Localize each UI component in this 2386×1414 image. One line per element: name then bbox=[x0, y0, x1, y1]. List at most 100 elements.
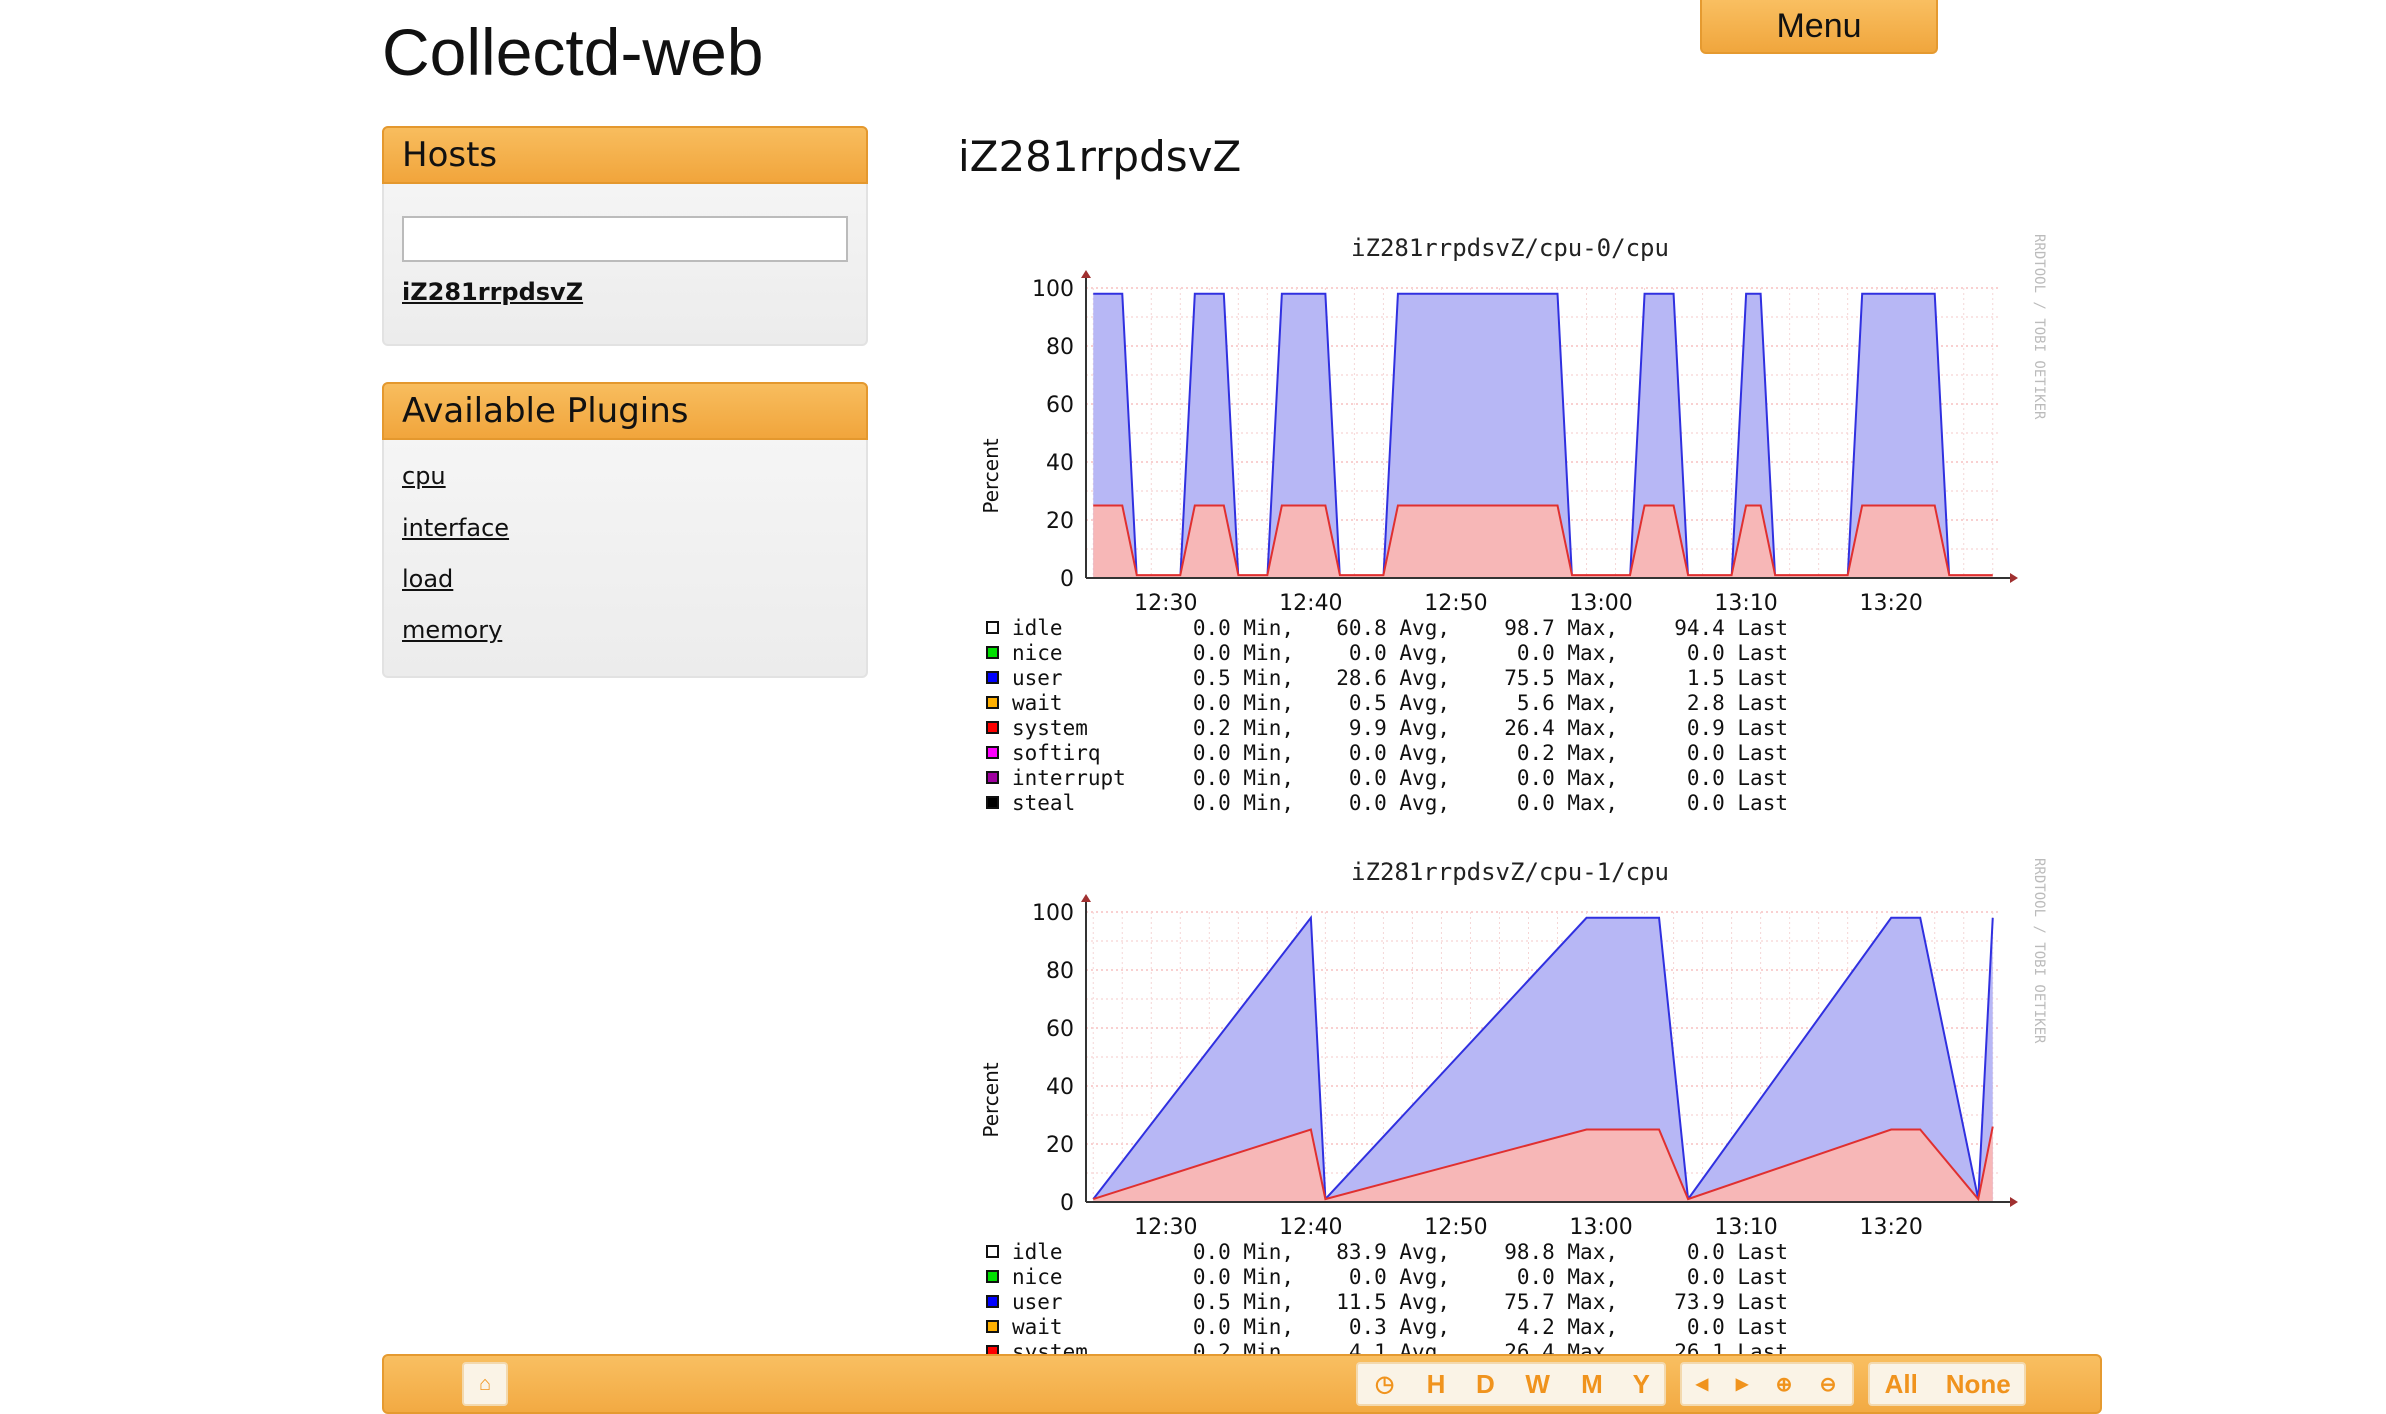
legend-avg: 11.5 Avg, bbox=[1336, 1290, 1450, 1314]
legend-max: 75.7 Max, bbox=[1504, 1290, 1618, 1314]
legend-swatch bbox=[986, 746, 999, 759]
legend-swatch bbox=[986, 621, 999, 634]
time-range-group: ◷ H D W M Y bbox=[1356, 1362, 1666, 1406]
legend-name: interrupt bbox=[1012, 766, 1126, 790]
plugin-link-memory[interactable]: memory bbox=[402, 616, 502, 644]
legend-avg: 28.6 Avg, bbox=[1336, 666, 1450, 690]
y-tick-label: 40 bbox=[1046, 451, 1074, 476]
legend-name: user bbox=[1012, 666, 1063, 690]
legend-name: idle bbox=[1012, 616, 1063, 640]
range-month-button[interactable]: M bbox=[1565, 1364, 1618, 1404]
legend-avg: 0.3 Avg, bbox=[1348, 1315, 1450, 1339]
legend-max: 0.2 Max, bbox=[1516, 741, 1618, 765]
y-axis-arrow bbox=[1081, 270, 1091, 278]
legend-name: wait bbox=[1012, 1315, 1063, 1339]
rrdtool-brand: RRDTOOL / TOBI OETIKER bbox=[2031, 858, 2047, 1044]
y-tick-label: 100 bbox=[1032, 901, 1074, 926]
legend-max: 0.0 Max, bbox=[1516, 641, 1618, 665]
zoom-in-icon[interactable]: ⊕ bbox=[1762, 1364, 1806, 1404]
home-group: ⌂ bbox=[462, 1362, 508, 1406]
plot-areas bbox=[1092, 915, 1994, 1202]
legend-last: 0.0 Last bbox=[1686, 791, 1788, 815]
legend-name: idle bbox=[1012, 1240, 1063, 1264]
legend-last: 2.8 Last bbox=[1686, 691, 1788, 715]
legend-name: nice bbox=[1012, 641, 1063, 665]
legend-swatch bbox=[986, 1245, 999, 1258]
plugin-link-cpu[interactable]: cpu bbox=[402, 462, 446, 490]
y-axis-label: Percent bbox=[979, 1062, 1003, 1137]
legend-swatch bbox=[986, 796, 999, 809]
clock-icon[interactable]: ◷ bbox=[1358, 1364, 1411, 1404]
host-filter-input[interactable] bbox=[402, 216, 848, 262]
legend-avg: 0.0 Avg, bbox=[1348, 1265, 1450, 1289]
range-hour-button[interactable]: H bbox=[1411, 1364, 1460, 1404]
cpu0-graph: iZ281rrpdsvZ/cpu-0/cpu Percent RRDTOOL /… bbox=[960, 226, 2060, 815]
legend-last: 0.0 Last bbox=[1686, 641, 1788, 665]
legend-swatch bbox=[986, 1295, 999, 1308]
legend-max: 0.0 Max, bbox=[1516, 1265, 1618, 1289]
legend-avg: 9.9 Avg, bbox=[1348, 716, 1450, 740]
y-tick-label: 60 bbox=[1046, 1017, 1074, 1042]
page-title: iZ281rrpdsvZ bbox=[958, 132, 1242, 181]
legend-max: 98.7 Max, bbox=[1504, 616, 1618, 640]
legend-last: 94.4 Last bbox=[1674, 616, 1788, 640]
zoom-out-icon[interactable]: ⊖ bbox=[1806, 1364, 1850, 1404]
hosts-panel: Hosts iZ281rrpdsvZ bbox=[382, 126, 868, 346]
select-all-button[interactable]: All bbox=[1870, 1364, 1932, 1404]
x-tick-label: 12:30 bbox=[1134, 591, 1197, 616]
graph-title: iZ281rrpdsvZ/cpu-1/cpu bbox=[1351, 858, 1669, 886]
range-day-button[interactable]: D bbox=[1461, 1364, 1510, 1404]
graph-title: iZ281rrpdsvZ/cpu-0/cpu bbox=[1351, 234, 1669, 262]
legend-max: 98.8 Max, bbox=[1504, 1240, 1618, 1264]
range-year-button[interactable]: Y bbox=[1619, 1364, 1664, 1404]
plugin-link-load[interactable]: load bbox=[402, 565, 453, 593]
x-tick-label: 13:20 bbox=[1859, 591, 1922, 616]
legend-avg: 0.0 Avg, bbox=[1348, 741, 1450, 765]
bottom-toolbar: ⌂ ◷ H D W M Y ◀ ▶ ⊕ ⊖ All None bbox=[382, 1354, 2102, 1414]
home-icon[interactable]: ⌂ bbox=[464, 1364, 506, 1404]
legend-last: 0.0 Last bbox=[1686, 741, 1788, 765]
legend-name: user bbox=[1012, 1290, 1063, 1314]
legend-avg: 0.5 Avg, bbox=[1348, 691, 1450, 715]
legend-avg: 83.9 Avg, bbox=[1336, 1240, 1450, 1264]
legend-name: steal bbox=[1012, 791, 1076, 815]
legend-name: nice bbox=[1012, 1265, 1063, 1289]
plugin-link-interface[interactable]: interface bbox=[402, 514, 509, 542]
menu-button[interactable]: Menu bbox=[1700, 0, 1938, 54]
x-tick-label: 13:00 bbox=[1569, 1215, 1632, 1240]
y-axis-arrow bbox=[1081, 894, 1091, 902]
select-none-button[interactable]: None bbox=[1932, 1364, 2024, 1404]
y-tick-label: 0 bbox=[1060, 1191, 1074, 1216]
x-tick-label: 13:00 bbox=[1569, 591, 1632, 616]
legend-max: 5.6 Max, bbox=[1516, 691, 1618, 715]
legend-swatch bbox=[986, 1270, 999, 1283]
legend-max: 75.5 Max, bbox=[1504, 666, 1618, 690]
legend-avg: 0.0 Avg, bbox=[1348, 791, 1450, 815]
legend-name: wait bbox=[1012, 691, 1063, 715]
y-tick-label: 100 bbox=[1032, 277, 1074, 302]
host-link[interactable]: iZ281rrpdsvZ bbox=[402, 278, 583, 306]
legend-last: 1.5 Last bbox=[1686, 666, 1788, 690]
legend-min: 0.0 Min, bbox=[1192, 791, 1294, 815]
legend-avg: 60.8 Avg, bbox=[1336, 616, 1450, 640]
legend-last: 0.0 Last bbox=[1686, 1240, 1788, 1264]
legend-min: 0.0 Min, bbox=[1192, 1265, 1294, 1289]
legend-name: softirq bbox=[1012, 741, 1101, 765]
next-icon[interactable]: ▶ bbox=[1722, 1364, 1762, 1404]
legend-last: 73.9 Last bbox=[1674, 1290, 1788, 1314]
y-ticks: 0 20 40 60 80 100 bbox=[1032, 901, 1074, 1216]
legend-min: 0.0 Min, bbox=[1192, 641, 1294, 665]
x-axis-arrow bbox=[2010, 1197, 2018, 1207]
legend-swatch bbox=[986, 721, 999, 734]
x-axis-arrow bbox=[2010, 573, 2018, 583]
prev-icon[interactable]: ◀ bbox=[1682, 1364, 1722, 1404]
x-tick-label: 12:30 bbox=[1134, 1215, 1197, 1240]
x-tick-label: 12:50 bbox=[1424, 591, 1487, 616]
x-tick-label: 12:40 bbox=[1279, 1215, 1342, 1240]
legend-swatch bbox=[986, 671, 999, 684]
x-tick-label: 13:10 bbox=[1714, 591, 1777, 616]
range-week-button[interactable]: W bbox=[1510, 1364, 1565, 1404]
y-tick-label: 40 bbox=[1046, 1075, 1074, 1100]
legend-max: 26.4 Max, bbox=[1504, 716, 1618, 740]
y-tick-label: 20 bbox=[1046, 1133, 1074, 1158]
